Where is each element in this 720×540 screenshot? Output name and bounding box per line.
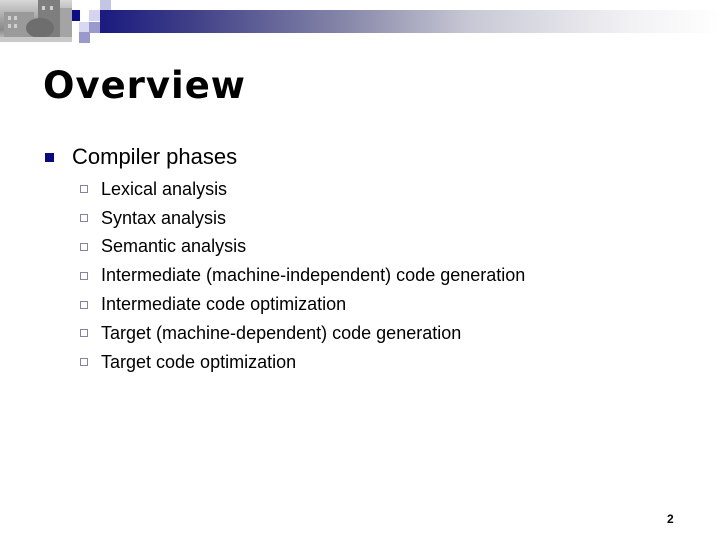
header-photo [0, 0, 72, 42]
sub-bullet-item: Lexical analysis [80, 175, 525, 204]
sub-bullet-item: Syntax analysis [80, 204, 525, 233]
sub-bullet-item: Intermediate code optimization [80, 290, 525, 319]
sub-bullet-text: Intermediate code optimization [101, 294, 347, 315]
square-bullet-icon [45, 152, 54, 162]
hollow-square-bullet-icon [80, 185, 88, 194]
sub-bullet-text: Lexical analysis [101, 178, 228, 199]
header-gradient-bar [100, 10, 720, 33]
sub-bullet-item: Semantic analysis [80, 233, 525, 262]
hollow-square-bullet-icon [80, 358, 88, 367]
sub-bullet-text: Syntax analysis [101, 207, 227, 228]
sub-bullet-text: Target code optimization [101, 351, 297, 372]
slide-title: Overview [43, 64, 246, 107]
sub-bullet-text: Semantic analysis [101, 236, 247, 257]
hollow-square-bullet-icon [80, 214, 88, 223]
hollow-square-bullet-icon [80, 242, 88, 251]
sub-bullet-text: Target (machine-dependent) code generati… [101, 322, 462, 343]
hollow-square-bullet-icon [80, 329, 88, 338]
bullet-text: Compiler phases [72, 144, 238, 169]
bullet-item: Compiler phases [45, 144, 237, 170]
sub-bullet-text: Intermediate (machine-independent) code … [101, 265, 526, 286]
sub-bullet-item: Intermediate (machine-independent) code … [80, 261, 525, 290]
sub-bullet-item: Target code optimization [80, 348, 525, 377]
hollow-square-bullet-icon [80, 271, 88, 280]
sub-bullet-item: Target (machine-dependent) code generati… [80, 319, 525, 348]
sub-bullet-list: Lexical analysis Syntax analysis Semanti… [80, 175, 525, 377]
hollow-square-bullet-icon [80, 300, 88, 309]
page-number: 2 [667, 512, 674, 526]
